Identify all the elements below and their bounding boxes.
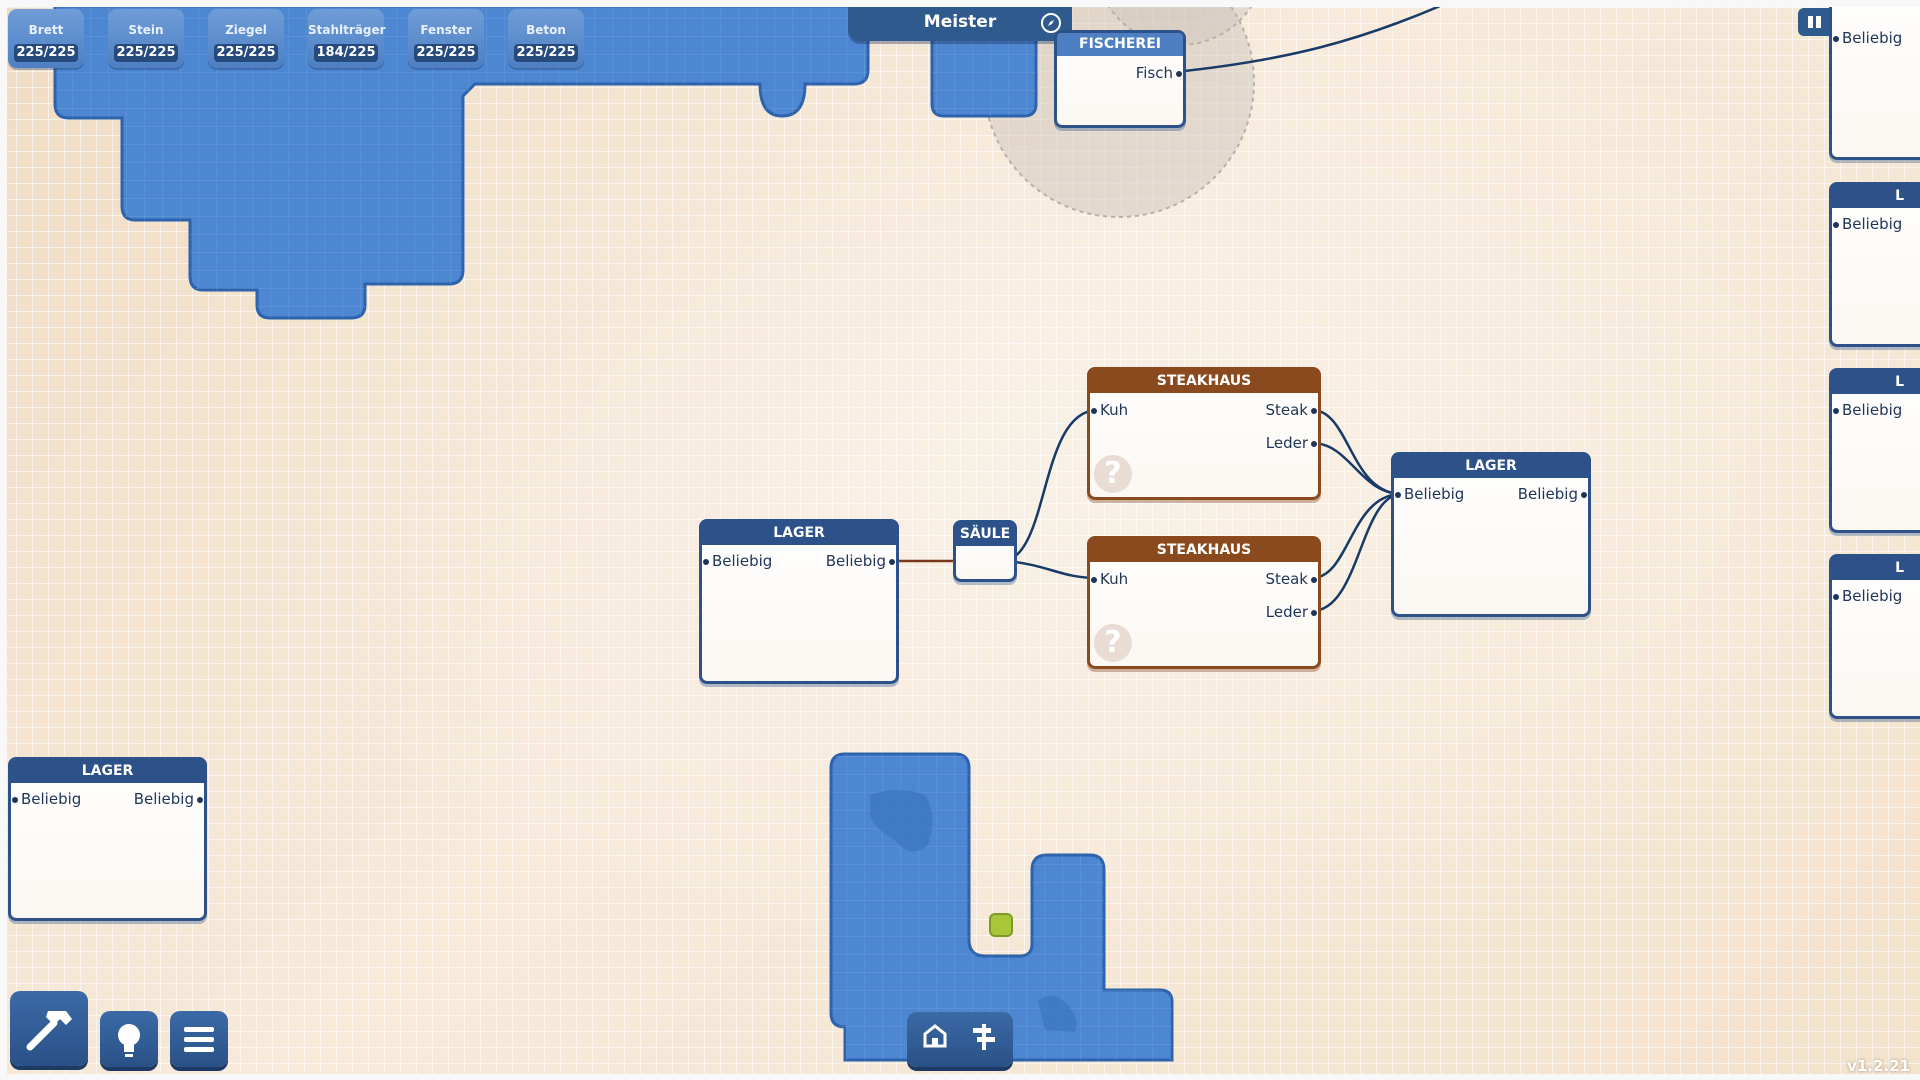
node-saeule[interactable]: SÄULE — [953, 520, 1017, 582]
resource-count: 184/225 — [314, 44, 378, 62]
resource-name: Stein — [128, 23, 164, 37]
port-out-leder[interactable]: Leder — [1266, 603, 1318, 621]
version-label: v1.2.21 — [1847, 1057, 1910, 1075]
port-out-beliebig[interactable]: Beliebig — [1518, 485, 1588, 503]
help-badge[interactable]: ? — [1094, 624, 1132, 662]
node-title: FISCHEREI — [1057, 33, 1183, 56]
node-title: LAGER — [1394, 455, 1588, 478]
node-steakhaus-bottom[interactable]: STEAKHAUS Kuh Steak Leder ? — [1087, 536, 1321, 669]
conn-saeule-steak2 — [1005, 559, 1099, 580]
resource-stein[interactable]: Stein 225/225 — [108, 9, 184, 68]
placement-toolbar — [907, 1012, 1013, 1067]
node-edge-3[interactable]: L Beliebig — [1829, 368, 1920, 533]
conn-steak2-lager — [1311, 492, 1403, 580]
menu-button[interactable] — [170, 1011, 228, 1067]
placement-icons — [923, 1024, 995, 1050]
resource-name: Stahlträger — [308, 23, 386, 37]
node-title: LAGER — [11, 760, 204, 783]
resource-count: 225/225 — [514, 44, 578, 62]
port-in-kuh[interactable]: Kuh — [1090, 401, 1128, 419]
map-canvas[interactable]: Brett 225/225 Stein 225/225 Ziegel 225/2… — [0, 0, 1920, 1080]
research-button[interactable] — [100, 1011, 158, 1067]
node-edge-4[interactable]: L Beliebig — [1829, 554, 1920, 719]
port-in-beliebig[interactable]: Beliebig — [1832, 215, 1902, 233]
port-in-beliebig[interactable]: Beliebig — [702, 552, 772, 570]
conn-leder2-lager — [1311, 492, 1403, 613]
port-out-steak[interactable]: Steak — [1265, 570, 1317, 588]
build-button[interactable] — [10, 991, 88, 1066]
port-out-beliebig[interactable]: Beliebig — [134, 790, 204, 808]
resource-stahltraeger[interactable]: Stahlträger 184/225 — [308, 9, 386, 68]
conn-saeule-steak1 — [1005, 408, 1099, 563]
hammer-icon — [26, 1011, 72, 1051]
resource-name: Ziegel — [225, 23, 267, 37]
building-icon[interactable] — [923, 1024, 947, 1048]
resource-count: 225/225 — [414, 44, 478, 62]
resource-fenster[interactable]: Fenster 225/225 — [408, 9, 484, 68]
resource-count: 225/225 — [214, 44, 278, 62]
conn-steak1-lager — [1311, 408, 1403, 496]
signpost-icon[interactable] — [973, 1024, 995, 1050]
port-in-beliebig[interactable]: Beliebig — [1832, 29, 1902, 47]
resource-count: 225/225 — [114, 44, 178, 62]
port-out-beliebig[interactable]: Beliebig — [826, 552, 896, 570]
port-out-fisch[interactable]: Fisch — [1136, 64, 1183, 82]
node-edge-1[interactable]: Beliebig — [1829, 0, 1920, 160]
mode-title: Meister — [923, 12, 997, 32]
node-fischerei[interactable]: FISCHEREI Fisch — [1054, 30, 1186, 128]
resource-marker[interactable] — [989, 913, 1013, 937]
resource-name: Fenster — [420, 23, 472, 37]
node-lager-left[interactable]: LAGER Beliebig Beliebig — [8, 757, 207, 921]
port-out-leder[interactable]: Leder — [1266, 434, 1318, 452]
menu-icon — [184, 1027, 214, 1052]
node-lager-right[interactable]: LAGER Beliebig Beliebig — [1391, 452, 1591, 617]
node-steakhaus-top[interactable]: STEAKHAUS Kuh Steak Leder ? — [1087, 367, 1321, 500]
mode-header[interactable]: Meister — [848, 5, 1072, 41]
node-title: L — [1832, 185, 1920, 208]
port-out-steak[interactable]: Steak — [1265, 401, 1317, 419]
node-title: L — [1832, 557, 1920, 580]
node-title: STEAKHAUS — [1090, 370, 1318, 393]
lightbulb-icon — [118, 1024, 140, 1057]
resource-count: 225/225 — [14, 44, 78, 62]
resource-beton[interactable]: Beton 225/225 — [508, 9, 584, 68]
port-in-kuh[interactable]: Kuh — [1090, 570, 1128, 588]
node-lager-main[interactable]: LAGER Beliebig Beliebig — [699, 519, 899, 684]
node-title: LAGER — [702, 522, 896, 545]
help-badge[interactable]: ? — [1094, 455, 1132, 493]
port-in-beliebig[interactable]: Beliebig — [1832, 401, 1902, 419]
node-title: SÄULE — [956, 523, 1014, 546]
resource-name: Beton — [526, 23, 566, 37]
pause-icon[interactable] — [1804, 12, 1826, 32]
node-title: STEAKHAUS — [1090, 539, 1318, 562]
resource-ziegel[interactable]: Ziegel 225/225 — [208, 9, 284, 68]
node-title: L — [1832, 371, 1920, 394]
resource-brett[interactable]: Brett 225/225 — [8, 9, 84, 68]
port-in-beliebig[interactable]: Beliebig — [1394, 485, 1464, 503]
resource-name: Brett — [28, 23, 64, 37]
port-in-beliebig[interactable]: Beliebig — [11, 790, 81, 808]
conn-leder1-lager — [1311, 441, 1403, 496]
node-edge-2[interactable]: L Beliebig — [1829, 182, 1920, 347]
port-in-beliebig[interactable]: Beliebig — [1832, 587, 1902, 605]
